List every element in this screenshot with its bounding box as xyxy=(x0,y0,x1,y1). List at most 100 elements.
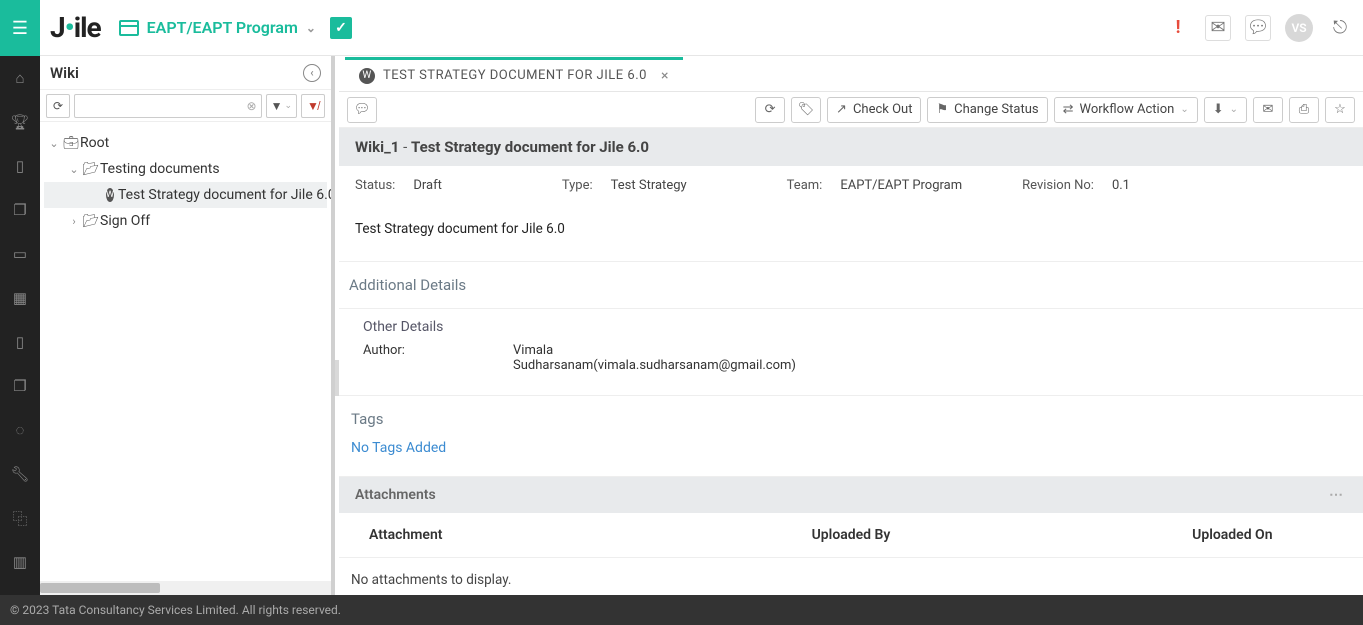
chevron-down-icon: ⌄ xyxy=(66,163,82,176)
status-value: Draft xyxy=(413,178,442,193)
tree-item-label: Test Strategy document for Jile 6.0 xyxy=(118,187,331,203)
tree-folder-signoff[interactable]: › 📂︎ Sign Off xyxy=(44,208,327,234)
refresh-button[interactable]: ⟳ xyxy=(46,94,70,118)
refresh-icon: ⟳ xyxy=(765,102,776,117)
tree-item-test-strategy[interactable]: W Test Strategy document for Jile 6.0 xyxy=(44,182,327,208)
meta-row: Status:Draft Type:Test Strategy Team:EAP… xyxy=(339,166,1363,193)
chevron-right-icon: › xyxy=(66,215,82,228)
alert-icon[interactable]: ! xyxy=(1165,15,1191,41)
no-tags-text[interactable]: No Tags Added xyxy=(339,432,1363,477)
folder-open-icon: 📂︎ xyxy=(82,214,100,229)
home-icon[interactable]: ⌂ xyxy=(0,56,40,100)
inbox-icon[interactable]: ✉ xyxy=(1205,15,1231,41)
chart-icon[interactable]: ▥ xyxy=(0,540,40,584)
wiki-toolbar: ⟳ ⊗ ▼ ⌄ ▼̸ xyxy=(40,90,331,122)
filter-clear-button[interactable]: ▼̸ xyxy=(301,94,325,118)
tag-icon: 🏷︎ xyxy=(798,102,815,117)
attachments-title: Attachments xyxy=(355,487,436,503)
print-button[interactable]: ⎙ xyxy=(1289,97,1319,123)
tree-folder-testing[interactable]: ⌄ 📂︎ Testing documents xyxy=(44,156,327,182)
tag-button[interactable]: 🏷︎ xyxy=(791,97,821,123)
tree-folder-label: Sign Off xyxy=(100,213,150,229)
logo-prefix: J xyxy=(50,11,65,44)
print-icon: ⎙ xyxy=(1299,102,1309,117)
no-attachments-text: No attachments to display. xyxy=(339,558,1363,595)
workflow-action-button[interactable]: ⇄ Workflow Action ⌄ xyxy=(1054,97,1198,123)
author-row: Author: Vimala Sudharsanam(vimala.sudhar… xyxy=(339,337,1363,396)
attachments-table-header: Attachment Uploaded By Uploaded On xyxy=(339,513,1363,558)
check-out-button[interactable]: ↗Check Out xyxy=(827,97,921,123)
doc-icon: W xyxy=(359,68,375,84)
workflow-action-label: Workflow Action xyxy=(1079,102,1174,117)
program-name: EAPT/EAPT Program xyxy=(147,18,298,37)
wiki-h-scrollbar[interactable] xyxy=(40,581,331,595)
briefcase-icon: 💼︎ xyxy=(62,136,80,151)
download-icon: ⬇ xyxy=(1213,102,1224,117)
author-label: Author: xyxy=(363,343,513,373)
other-details-header: Other Details xyxy=(339,309,1363,337)
team-label: Team: xyxy=(787,178,823,193)
logo-suffix: ile xyxy=(74,11,101,44)
tree-folder-label: Testing documents xyxy=(100,161,220,177)
topbar-right: ! ✉ 💬︎ VS ⎋ xyxy=(1165,14,1353,42)
change-status-button[interactable]: ⚑Change Status xyxy=(927,97,1047,123)
mail-icon: ✉ xyxy=(1263,102,1274,117)
attachments-actions[interactable]: ⋯ xyxy=(1329,487,1347,503)
workflow-icon: ⇄ xyxy=(1063,102,1074,117)
additional-details-header: Additional Details xyxy=(339,262,1363,309)
chat-icon[interactable]: 💬︎ xyxy=(1245,15,1271,41)
wiki-title: Wiki xyxy=(50,64,79,82)
avatar[interactable]: VS xyxy=(1285,14,1313,42)
logout-icon[interactable]: ⎋ xyxy=(1327,15,1353,41)
footer-text: © 2023 Tata Consultancy Services Limited… xyxy=(10,603,341,617)
close-tab-icon[interactable]: × xyxy=(661,68,669,84)
trophy-icon[interactable]: 🏆︎ xyxy=(0,100,40,144)
notebook-icon[interactable]: ▯ xyxy=(0,320,40,364)
doc-icon: W xyxy=(106,188,114,202)
tags-header: Tags xyxy=(339,396,1363,432)
wrench-icon[interactable]: 🔧︎ xyxy=(0,452,40,496)
rev-label: Revision No: xyxy=(1022,178,1094,193)
change-status-label: Change Status xyxy=(954,102,1038,117)
device-icon[interactable]: ▯ xyxy=(0,144,40,188)
chevron-down-icon: ⌄ xyxy=(46,137,62,150)
doc-title-bar: Wiki_1 - Test Strategy document for Jile… xyxy=(339,128,1363,166)
clear-search-icon[interactable]: ⊗ xyxy=(247,99,257,113)
download-button[interactable]: ⬇⌄ xyxy=(1204,97,1247,123)
tree-root[interactable]: ⌄ 💼︎ Root xyxy=(44,130,327,156)
refresh-button[interactable]: ⟳ xyxy=(755,97,785,123)
wiki-tree: ⌄ 💼︎ Root ⌄ 📂︎ Testing documents W Test … xyxy=(40,122,331,242)
tab-bar: W TEST STRATEGY DOCUMENT FOR JILE 6.0 × xyxy=(339,56,1363,92)
star-icon: ☆ xyxy=(1334,102,1346,117)
star-button[interactable]: ☆ xyxy=(1325,97,1355,123)
hamburger-menu[interactable]: ☰ xyxy=(0,0,40,56)
tab-test-strategy[interactable]: W TEST STRATEGY DOCUMENT FOR JILE 6.0 × xyxy=(345,57,683,91)
copy-icon[interactable]: ⿻ xyxy=(0,496,40,540)
chevron-down-icon: ⌄ xyxy=(1180,104,1188,115)
tablet-icon[interactable]: ▭ xyxy=(0,232,40,276)
team-value: EAPT/EAPT Program xyxy=(840,178,962,193)
search-input[interactable] xyxy=(79,99,247,113)
left-nav: ☰ ⌂ 🏆︎ ▯ ❐ ▭ ▦ ▯ ❐ ◌ 🔧︎ ⿻ ▥ xyxy=(0,0,40,595)
wiki-panel: Wiki ‹ ⟳ ⊗ ▼ ⌄ ▼̸ ⌄ 💼︎ Root ⌄ 📂︎ Testing… xyxy=(40,56,335,595)
folder-open-icon: 📂︎ xyxy=(82,162,100,177)
doc-body: Wiki_1 - Test Strategy document for Jile… xyxy=(339,128,1363,595)
tab-title: TEST STRATEGY DOCUMENT FOR JILE 6.0 xyxy=(383,68,647,83)
author-value: Vimala Sudharsanam(vimala.sudharsanam@gm… xyxy=(513,343,693,373)
doc-id: Wiki_1 xyxy=(355,138,399,156)
email-button[interactable]: ✉ xyxy=(1253,97,1283,123)
collapse-panel-icon[interactable]: ‹ xyxy=(303,64,321,82)
logo: J•ile xyxy=(50,11,101,44)
wiki-header: Wiki ‹ xyxy=(40,56,331,90)
main-area: W TEST STRATEGY DOCUMENT FOR JILE 6.0 × … xyxy=(339,56,1363,595)
filter-button[interactable]: ▼ ⌄ xyxy=(266,94,297,118)
title-sep: - xyxy=(403,138,411,156)
layers-icon[interactable]: ❐ xyxy=(0,188,40,232)
footer: © 2023 Tata Consultancy Services Limited… xyxy=(0,595,1363,625)
circle-icon[interactable]: ◌ xyxy=(0,408,40,452)
calendar-icon[interactable]: ▦ xyxy=(0,276,40,320)
program-selector[interactable]: EAPT/EAPT Program ⌄ ✓ xyxy=(119,17,352,39)
search-input-wrap: ⊗ xyxy=(74,94,262,118)
stack-icon[interactable]: ❐ xyxy=(0,364,40,408)
comment-button[interactable]: 💬︎ xyxy=(347,97,377,123)
